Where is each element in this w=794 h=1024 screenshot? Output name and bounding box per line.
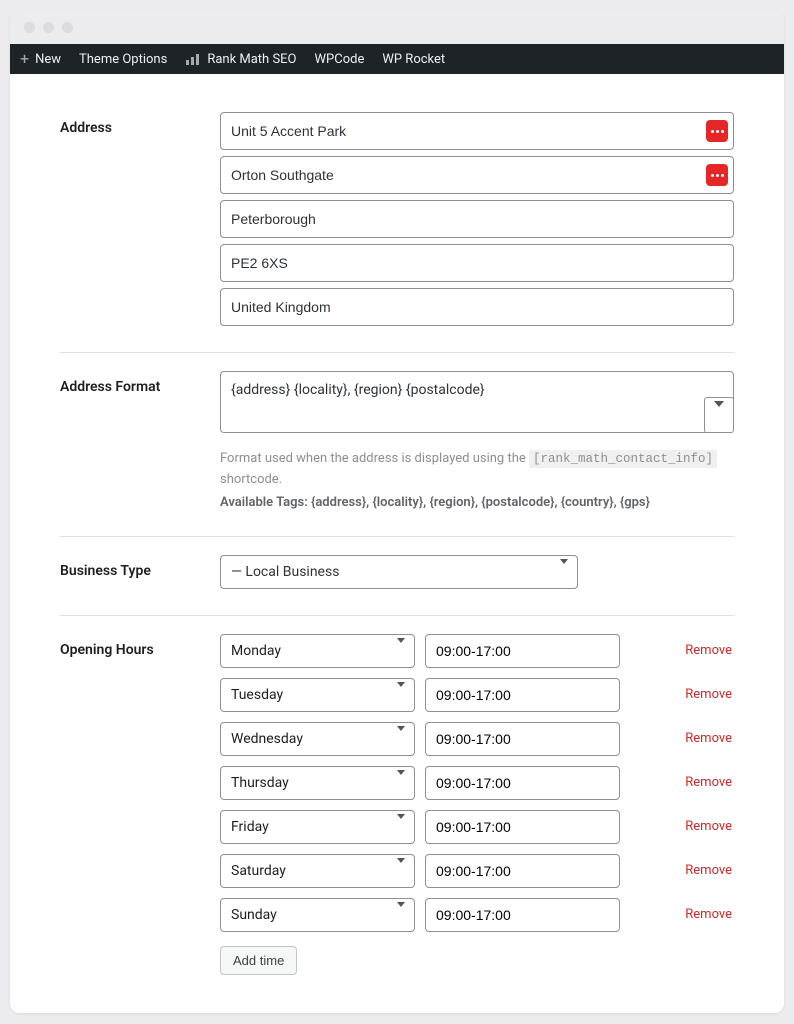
toolbar-wp-rocket-label: WP Rocket <box>382 52 445 67</box>
maximize-dot[interactable] <box>62 22 73 33</box>
time-input[interactable] <box>425 810 620 844</box>
address-row <box>220 200 734 238</box>
day-value: Wednesday <box>231 731 303 747</box>
opening-hours-row: Friday Remove <box>220 810 734 844</box>
remove-link[interactable]: Remove <box>685 775 734 790</box>
section-business-type: Business Type — Local Business <box>60 537 734 616</box>
business-type-body: — Local Business <box>220 555 734 589</box>
help-text-prefix: Format used when the address is displaye… <box>220 451 529 466</box>
opening-hours-row: Monday Remove <box>220 634 734 668</box>
toolbar-rank-math-label: Rank Math SEO <box>207 52 296 67</box>
day-select[interactable]: Thursday <box>220 766 415 800</box>
label-opening-hours: Opening Hours <box>60 634 220 658</box>
time-input[interactable] <box>425 766 620 800</box>
day-value: Friday <box>231 819 269 835</box>
address-input-0[interactable] <box>220 112 734 150</box>
time-input[interactable] <box>425 898 620 932</box>
toolbar-wpcode-label: WPCode <box>315 52 365 67</box>
day-value: Sunday <box>231 907 277 923</box>
day-select[interactable]: Friday <box>220 810 415 844</box>
address-row <box>220 156 734 194</box>
time-input[interactable] <box>425 634 620 668</box>
address-input-1[interactable] <box>220 156 734 194</box>
address-input-4[interactable] <box>220 288 734 326</box>
toolbar-new-label: New <box>35 52 61 67</box>
add-time-button[interactable]: Add time <box>220 946 297 975</box>
toolbar-new[interactable]: + New <box>20 51 61 67</box>
time-input[interactable] <box>425 678 620 712</box>
business-type-value: — Local Business <box>231 564 339 580</box>
opening-hours-row: Saturday Remove <box>220 854 734 888</box>
address-input-2[interactable] <box>220 200 734 238</box>
plus-icon: + <box>20 51 29 67</box>
remove-link[interactable]: Remove <box>685 907 734 922</box>
help-text-suffix: shortcode. <box>220 472 282 487</box>
section-address: Address <box>60 94 734 353</box>
window-titlebar <box>10 10 784 44</box>
day-value: Saturday <box>231 863 286 879</box>
section-address-format: Address Format Format used when the addr… <box>60 353 734 537</box>
opening-hours-body: Monday Remove Tuesday Remove Wednesday Remove… <box>220 634 734 975</box>
toolbar-wp-rocket[interactable]: WP Rocket <box>382 52 445 67</box>
remove-link[interactable]: Remove <box>685 731 734 746</box>
day-value: Thursday <box>231 775 289 791</box>
time-input[interactable] <box>425 854 620 888</box>
label-business-type: Business Type <box>60 555 220 579</box>
ellipsis-icon <box>711 130 724 133</box>
toolbar-wpcode[interactable]: WPCode <box>315 52 365 67</box>
expand-toggle[interactable] <box>704 397 734 433</box>
minimize-dot[interactable] <box>43 22 54 33</box>
shortcode-code: [rank_math_contact_info] <box>529 450 717 468</box>
available-tags: Available Tags: {address}, {locality}, {… <box>220 495 734 510</box>
remove-link[interactable]: Remove <box>685 687 734 702</box>
address-format-help: Format used when the address is displaye… <box>220 449 734 491</box>
address-format-body: Format used when the address is displaye… <box>220 371 734 510</box>
close-dot[interactable] <box>24 22 35 33</box>
toolbar-theme-options-label: Theme Options <box>79 52 167 67</box>
address-input-3[interactable] <box>220 244 734 282</box>
business-type-select[interactable]: — Local Business <box>220 555 578 589</box>
address-action-button[interactable] <box>706 120 728 142</box>
toolbar-rank-math[interactable]: Rank Math SEO <box>185 52 296 67</box>
day-select[interactable]: Saturday <box>220 854 415 888</box>
day-select[interactable]: Monday <box>220 634 415 668</box>
address-row <box>220 288 734 326</box>
time-input[interactable] <box>425 722 620 756</box>
section-opening-hours: Opening Hours MondayRemoveTuesdayRemoveW… <box>60 616 734 985</box>
remove-link[interactable]: Remove <box>685 819 734 834</box>
day-value: Monday <box>231 643 281 659</box>
remove-link[interactable]: Remove <box>685 863 734 878</box>
chevron-down-icon <box>714 407 724 423</box>
day-select[interactable]: Wednesday <box>220 722 415 756</box>
ellipsis-icon <box>711 174 724 177</box>
day-value: Tuesday <box>231 687 283 703</box>
settings-panel: Address Address Format Format used when … <box>10 74 784 1013</box>
opening-hours-row: Thursday Remove <box>220 766 734 800</box>
label-address: Address <box>60 112 220 136</box>
address-row <box>220 112 734 150</box>
remove-link[interactable]: Remove <box>685 643 734 658</box>
day-select[interactable]: Sunday <box>220 898 415 932</box>
rank-math-icon <box>185 52 201 66</box>
toolbar-theme-options[interactable]: Theme Options <box>79 52 167 67</box>
label-address-format: Address Format <box>60 371 220 395</box>
address-action-button[interactable] <box>706 164 728 186</box>
opening-hours-row: Wednesday Remove <box>220 722 734 756</box>
address-format-textarea[interactable] <box>220 371 734 433</box>
admin-toolbar: + New Theme Options Rank Math SEO WPCode… <box>10 44 784 74</box>
opening-hours-row: Tuesday Remove <box>220 678 734 712</box>
address-body <box>220 112 734 326</box>
opening-hours-row: Sunday Remove <box>220 898 734 932</box>
address-row <box>220 244 734 282</box>
app-window: + New Theme Options Rank Math SEO WPCode… <box>10 10 784 1013</box>
day-select[interactable]: Tuesday <box>220 678 415 712</box>
